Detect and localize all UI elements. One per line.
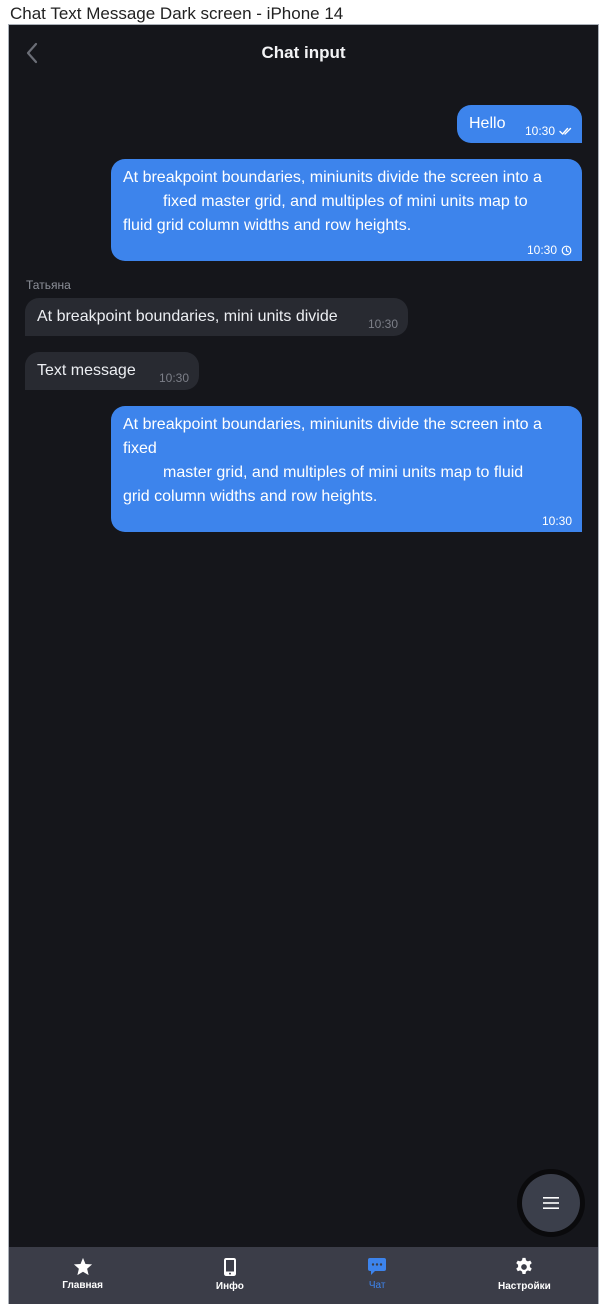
message-meta: 10:30 [527,243,572,257]
tab-label: Чат [368,1280,386,1291]
outgoing-message[interactable]: At breakpoint boundaries, miniunits divi… [111,406,582,532]
message-time: 10:30 [524,124,555,138]
message-text: At breakpoint boundaries, miniunits divi… [123,416,542,505]
bottom-tab-bar: Главная Инфо Чат Настройки [9,1247,598,1304]
gear-icon [516,1257,533,1274]
tab-label: Настройки [497,1281,551,1292]
double-check-icon [559,127,572,135]
tab-settings[interactable]: Настройки [451,1247,598,1304]
outgoing-message[interactable]: At breakpoint boundaries, miniunits divi… [111,159,582,261]
menu-fab-button[interactable] [522,1174,580,1232]
incoming-message[interactable]: Text message 10:30 [25,352,199,390]
tab-chat[interactable]: Чат [304,1247,451,1304]
sender-name: Татьяна [26,278,71,292]
tab-home[interactable]: Главная [9,1247,156,1304]
chat-header: Chat input [9,24,598,82]
chat-bubble-icon [368,1258,387,1275]
tab-label: Инфо [215,1281,244,1292]
message-text: At breakpoint boundaries, miniunits divi… [123,169,542,234]
page-title: Chat input [261,43,346,62]
tab-info[interactable]: Инфо [156,1247,303,1304]
message-meta: 10:30 [159,371,189,385]
message-time: 10:30 [526,243,557,257]
message-time: 10:30 [367,317,398,331]
message-meta: 10:30 [525,124,572,138]
star-icon [73,1257,92,1276]
outgoing-message[interactable]: Hello 10:30 [457,105,582,143]
clock-icon [561,245,572,255]
message-time: 10:30 [158,371,189,385]
menu-icon [543,1197,559,1209]
tab-label: Главная [62,1280,103,1291]
message-meta: 10:30 [368,317,398,331]
phone-device-icon [223,1258,236,1276]
incoming-message[interactable]: At breakpoint boundaries, mini units div… [25,298,408,336]
phone-screen: Chat input Hello 10:30 At breakpoint bou… [8,24,599,1304]
frame-title: Chat Text Message Dark screen - iPhone 1… [10,4,344,23]
message-time: 10:30 [541,514,572,528]
message-meta: 10:30 [542,514,572,528]
message-text: At breakpoint boundaries, mini units div… [37,308,338,325]
